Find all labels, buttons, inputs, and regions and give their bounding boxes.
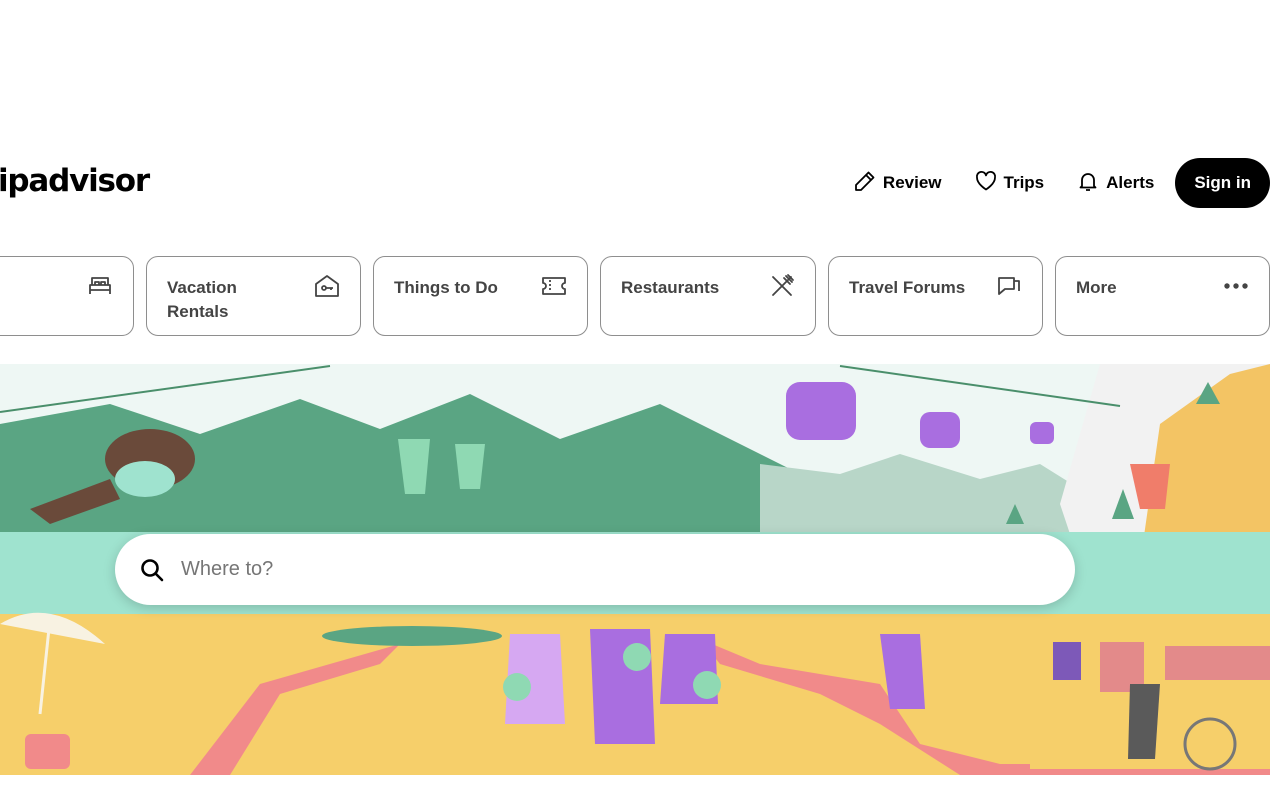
bell-icon [1076, 169, 1100, 198]
category-more[interactable]: More [1055, 256, 1270, 336]
search-input[interactable] [179, 557, 1003, 582]
tripadvisor-logo[interactable]: ipadvisor [0, 163, 150, 199]
category-vacation-rentals[interactable]: Vacation Rentals [146, 256, 361, 336]
trips-label: Trips [1003, 173, 1045, 192]
category-things-to-do[interactable]: Things to Do [373, 256, 588, 336]
search-icon [115, 557, 165, 583]
top-navigation: Review Trips Alerts Sign in [853, 158, 1270, 208]
category-label: Vacation Rentals [167, 278, 237, 321]
review-label: Review [882, 173, 942, 192]
pencil-icon [853, 169, 877, 198]
category-label: More [1076, 278, 1117, 297]
category-label: Restaurants [621, 278, 720, 297]
review-link[interactable]: Review [853, 169, 942, 198]
heart-icon [974, 169, 998, 198]
trips-link[interactable]: Trips [974, 169, 1045, 198]
alerts-link[interactable]: Alerts [1076, 169, 1154, 198]
sign-in-button[interactable]: Sign in [1175, 158, 1270, 208]
category-restaurants[interactable]: Restaurants [600, 256, 816, 336]
category-label: Things to Do [394, 278, 498, 297]
alerts-label: Alerts [1106, 173, 1155, 192]
search-bar[interactable] [115, 534, 1075, 605]
category-travel-forums[interactable]: Travel Forums [828, 256, 1043, 336]
category-hotels[interactable] [0, 256, 134, 336]
category-label: Travel Forums [849, 278, 966, 297]
